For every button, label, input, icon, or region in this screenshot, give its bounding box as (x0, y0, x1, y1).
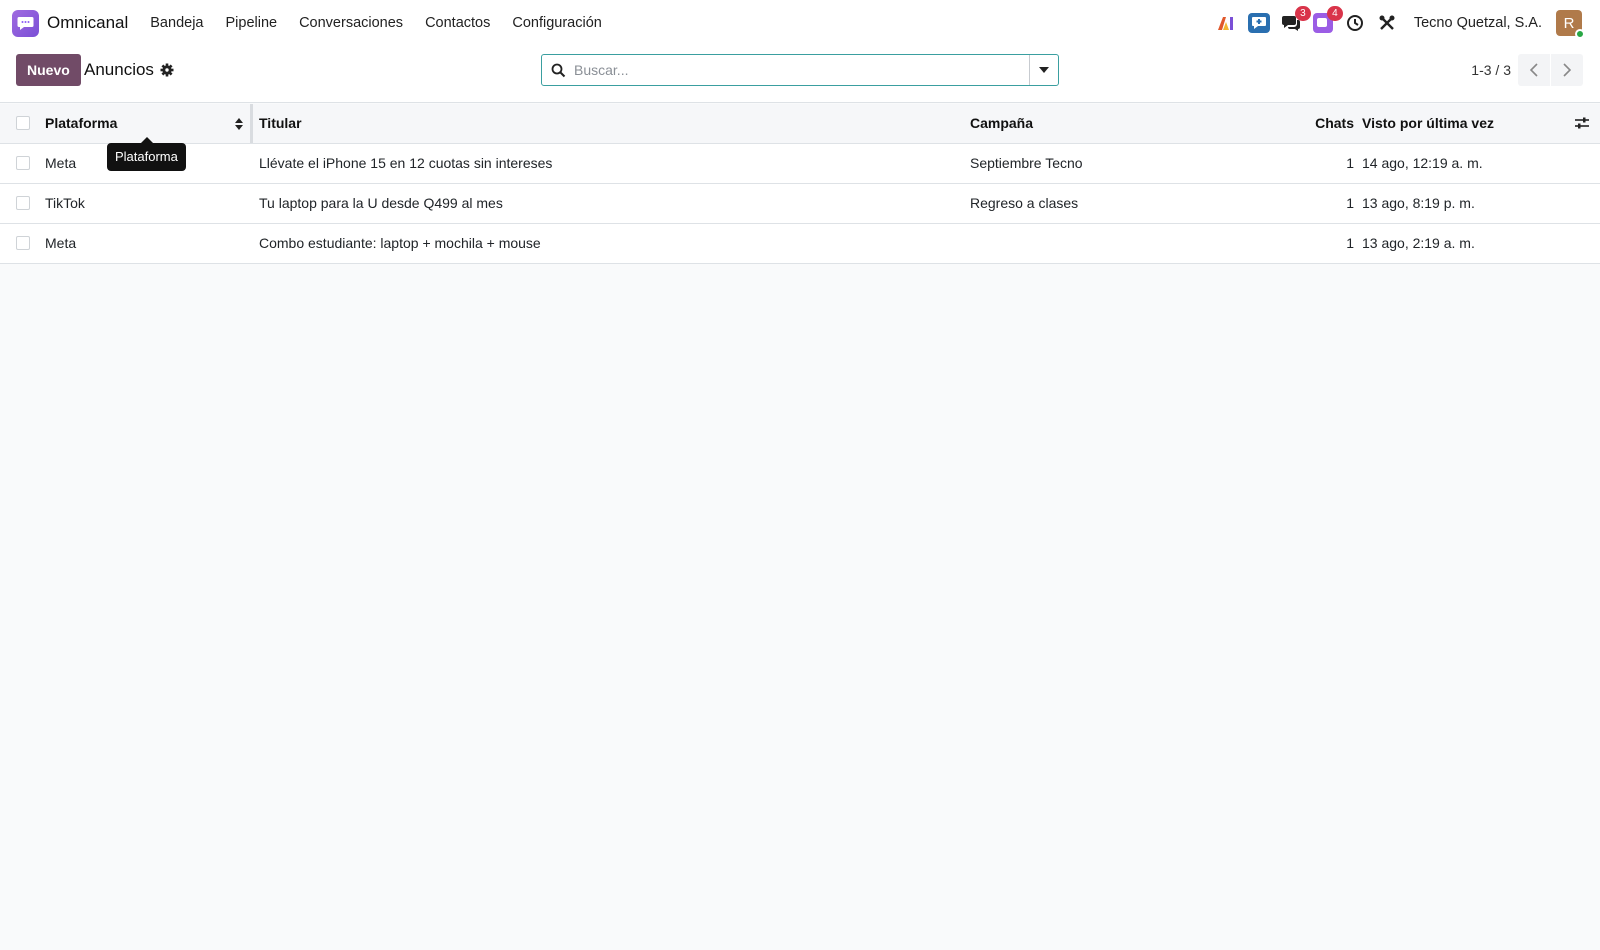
row-checkbox[interactable] (16, 156, 30, 170)
livechat-icon[interactable] (1247, 12, 1270, 34)
ads-list-table: Plataforma Titular Campaña Chats Visto p… (0, 104, 1600, 264)
cell-campaign: Regreso a clases (970, 195, 1079, 211)
cell-campaign: Septiembre Tecno (970, 155, 1083, 171)
activities-badge: 4 (1326, 6, 1343, 21)
column-header-headline[interactable]: Titular (259, 104, 302, 143)
pager-next-button[interactable] (1551, 54, 1583, 86)
user-avatar[interactable]: R (1556, 10, 1585, 39)
menu-item-conversaciones[interactable]: Conversaciones (299, 15, 403, 31)
pager-previous-button[interactable] (1518, 54, 1550, 86)
clock-icon[interactable] (1344, 12, 1366, 34)
column-header-campaign[interactable]: Campaña (970, 104, 1033, 143)
chevron-right-icon (1563, 63, 1571, 77)
messages-icon[interactable]: 3 (1280, 6, 1311, 34)
menu-item-configuracion[interactable]: Configuración (512, 15, 601, 31)
cell-headline: Combo estudiante: laptop + mochila + mou… (259, 235, 541, 251)
table-row[interactable]: TikTok Tu laptop para la U desde Q499 al… (0, 184, 1600, 224)
cell-chats: 1 (1346, 155, 1354, 171)
new-button[interactable]: Nuevo (16, 54, 81, 86)
column-header-platform[interactable]: Plataforma (45, 104, 117, 143)
search-input[interactable] (574, 62, 1029, 78)
menu-item-contactos[interactable]: Contactos (425, 15, 490, 31)
column-resize-handle[interactable] (250, 104, 253, 143)
systray: 3 4 Tecno Quetzal, S.A. R (1206, 0, 1585, 46)
activities-icon[interactable]: 4 (1312, 6, 1343, 34)
ai-icon[interactable] (1216, 12, 1238, 34)
search-icon (542, 55, 574, 85)
cell-headline: Llévate el iPhone 15 en 12 cuotas sin in… (259, 155, 553, 171)
cell-chats: 1 (1346, 195, 1354, 211)
menu-item-bandeja[interactable]: Bandeja (150, 15, 203, 31)
messages-badge: 3 (1294, 6, 1311, 21)
control-panel: Nuevo Anuncios 1-3 / 3 (0, 46, 1600, 103)
chat-bubble-icon[interactable] (12, 9, 39, 37)
cell-platform: Meta (45, 235, 77, 251)
app-name[interactable]: Omnicanal (47, 13, 128, 33)
table-row[interactable]: Meta Combo estudiante: laptop + mochila … (0, 224, 1600, 264)
tools-icon[interactable] (1376, 12, 1398, 34)
avatar-initial: R (1563, 14, 1575, 32)
row-checkbox[interactable] (16, 196, 30, 210)
column-tooltip: Plataforma (107, 137, 186, 171)
caret-down-icon (1039, 67, 1049, 73)
chevron-left-icon (1530, 63, 1538, 77)
select-all-checkbox[interactable] (16, 116, 30, 130)
cell-platform: TikTok (45, 195, 85, 211)
search-options-toggle[interactable] (1029, 55, 1058, 85)
optional-columns-icon[interactable] (1574, 115, 1590, 131)
search-bar (541, 54, 1059, 86)
cell-platform: Meta (45, 155, 77, 171)
sort-icon[interactable] (234, 117, 244, 131)
table-row[interactable]: Meta Llévate el iPhone 15 en 12 cuotas s… (0, 144, 1600, 184)
top-navbar: Omnicanal Bandeja Pipeline Conversacione… (0, 0, 1600, 46)
cell-headline: Tu laptop para la U desde Q499 al mes (259, 195, 503, 211)
cell-last-seen: 13 ago, 2:19 a. m. (1362, 235, 1475, 251)
gear-icon[interactable] (160, 63, 174, 77)
cell-chats: 1 (1346, 235, 1354, 251)
page-title: Anuncios (84, 60, 154, 79)
cell-last-seen: 14 ago, 12:19 a. m. (1362, 155, 1483, 171)
row-checkbox[interactable] (16, 236, 30, 250)
pager-value[interactable]: 1-3 / 3 (1471, 62, 1511, 78)
table-header-row: Plataforma Titular Campaña Chats Visto p… (0, 104, 1600, 144)
online-status-dot (1575, 29, 1585, 39)
cell-last-seen: 13 ago, 8:19 p. m. (1362, 195, 1475, 211)
menu-item-pipeline[interactable]: Pipeline (225, 15, 277, 31)
column-header-last-seen[interactable]: Visto por última vez (1362, 104, 1494, 143)
column-header-chats[interactable]: Chats (1315, 104, 1354, 143)
company-switcher[interactable]: Tecno Quetzal, S.A. (1414, 15, 1542, 31)
